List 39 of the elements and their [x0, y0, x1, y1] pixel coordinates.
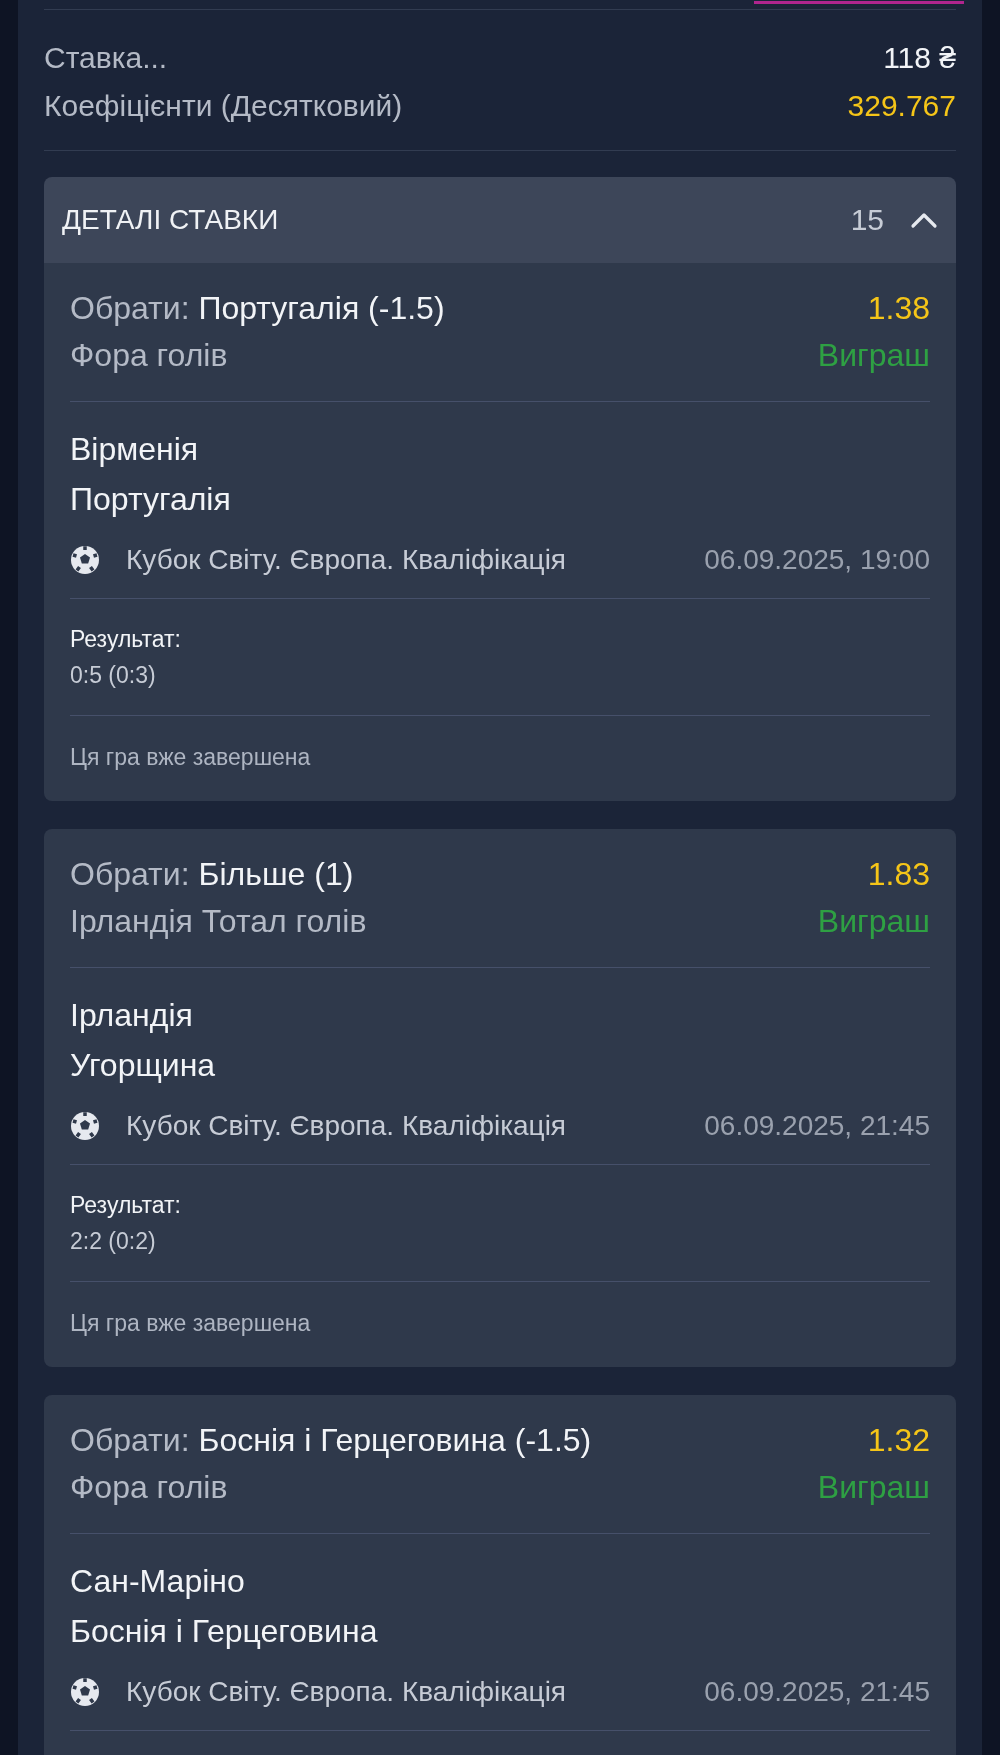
market-name: Ірландія Тотал голів	[70, 902, 367, 941]
team-name: Ірландія	[70, 996, 194, 1035]
bet-status: Виграш	[817, 1468, 930, 1507]
chevron-icon	[910, 211, 938, 229]
bet-odds: 1.83	[867, 855, 930, 894]
selection-text: Обрати: Португалія (-1.5)	[70, 289, 445, 328]
soccer-ball-icon	[70, 1111, 100, 1141]
stake-label: Ставка...	[44, 40, 168, 76]
match-score: 2:2 (0:2)	[70, 1227, 157, 1256]
league-name: Кубок Світу. Європа. Кваліфікація	[126, 1676, 568, 1708]
team-name: Вірменія	[70, 430, 200, 469]
team-name: Угорщина	[70, 1046, 217, 1085]
selection-text: Обрати: Боснія і Герцеговина (-1.5)	[70, 1421, 592, 1460]
match-finished-note: Ця гра вже завершена	[70, 1309, 312, 1338]
match-finished-note: Ця гра вже завершена	[70, 743, 312, 772]
result-label: Результат:	[70, 1191, 182, 1220]
result-label: Результат:	[70, 625, 182, 654]
bet-status: Виграш	[817, 336, 930, 375]
total-odds: 329.767	[847, 88, 956, 124]
league-name: Кубок Світу. Європа. Кваліфікація	[126, 1110, 568, 1142]
team-name: Боснія і Герцеговина	[70, 1612, 379, 1651]
market-name: Фора голів	[70, 336, 228, 375]
bet-details-header[interactable]: ДЕТАЛІ СТАВКИ 15	[44, 177, 956, 263]
odds-label: Коефіцієнти (Десятковий)	[44, 88, 403, 124]
bet-status: Виграш	[817, 902, 930, 941]
bet-odds: 1.38	[867, 289, 930, 328]
team-name: Сан-Маріно	[70, 1562, 246, 1601]
selection-text: Обрати: Більше (1)	[70, 855, 354, 894]
match-datetime: 06.09.2025, 21:45	[704, 1676, 930, 1708]
bet-odds: 1.32	[867, 1421, 930, 1460]
league-name: Кубок Світу. Європа. Кваліфікація	[126, 544, 568, 576]
market-name: Фора голів	[70, 1468, 228, 1507]
match-score: 0:5 (0:3)	[70, 661, 157, 690]
soccer-ball-icon	[70, 1677, 100, 1707]
team-name: Португалія	[70, 480, 232, 519]
soccer-ball-icon	[70, 545, 100, 575]
match-datetime: 06.09.2025, 21:45	[704, 1110, 930, 1142]
match-datetime: 06.09.2025, 19:00	[704, 544, 930, 576]
stake-amount: 118 ₴	[883, 40, 956, 76]
